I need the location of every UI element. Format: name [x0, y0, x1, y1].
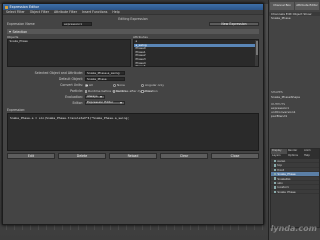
selection-lists: Objects Snake_Phase Attributes a a_swing P… [7, 35, 259, 67]
layer-row-label: persp [277, 159, 286, 163]
close-button[interactable]: Close [211, 153, 259, 159]
clear-button[interactable]: Clear [160, 153, 208, 159]
layer-row-label: locator1 [277, 185, 289, 190]
menu-help[interactable]: Help [112, 10, 119, 14]
window-title: Expression Editor [9, 5, 40, 9]
menu-attribute-filter[interactable]: Attribute Filter [54, 10, 77, 14]
attributes-items: aa_swingPhase0Phase1Phase2Phase3Phase4Ph… [134, 40, 258, 66]
option-label: Angular only [145, 83, 164, 87]
convert-units-all-option[interactable]: All [85, 83, 113, 87]
option-label: All [89, 83, 93, 87]
expression-text: Snake_Phase.a = sin(Snake_Phase.translat… [10, 115, 130, 120]
checkbox-runtime-after[interactable] [113, 89, 115, 93]
attributes-scrollbar[interactable] [255, 40, 258, 66]
menu-options[interactable]: Options [287, 154, 303, 159]
default-object-label: Default Object: [58, 77, 83, 81]
objects-column: Objects Snake_Phase [7, 35, 131, 67]
evaluation-value: Always [87, 94, 98, 99]
objects-list[interactable]: Snake_Phase [7, 39, 131, 67]
selected-object-label: Selected Object and Attribute: [34, 71, 83, 75]
particle-label: Particle: [70, 89, 83, 93]
chevron-down-icon [119, 102, 122, 104]
editor-dropdown[interactable]: Expression Editor [85, 100, 125, 106]
menu-object[interactable]: Object [293, 12, 303, 16]
editor-label: Editor: [72, 101, 83, 105]
expression-name-label: Expression Name [7, 22, 35, 26]
delete-button[interactable]: Delete [58, 153, 106, 159]
chevron-down-icon [99, 96, 102, 98]
reload-button[interactable]: Reload [109, 153, 157, 159]
objects-items: Snake_Phase [8, 40, 130, 44]
layer-row-label: skin [277, 180, 284, 185]
convert-units-none-option[interactable]: None [113, 83, 141, 87]
menu-show[interactable]: Show [303, 12, 311, 16]
menu-select-filter[interactable]: Select Filter [6, 10, 25, 14]
layer-row-label: Snake_Phase [277, 172, 296, 177]
channel-box-object-name: Snake_Phase [271, 16, 291, 21]
default-object-field[interactable]: Snake_Phase [85, 76, 125, 82]
menu-help[interactable]: Help [303, 154, 319, 159]
layer-editor: Display Render Anim Layers Options Help … [270, 148, 320, 228]
edit-button[interactable]: Edit [7, 153, 55, 159]
convert-units-label: Convert Units: [60, 83, 83, 87]
scrollbar-thumb[interactable] [255, 41, 258, 55]
selected-object-field[interactable]: Snake_Phase.a_swing [85, 70, 125, 76]
option-label: None [117, 83, 125, 87]
tab-channel-box[interactable]: Channel Box [270, 2, 294, 10]
details-block: Selected Object and Attribute: Snake_Pha… [7, 70, 259, 106]
layer-row-label: front [277, 167, 285, 172]
menu-object-filter[interactable]: Object Filter [30, 10, 49, 14]
selection-section-header[interactable]: Selection [7, 29, 259, 34]
attributes-list[interactable]: aa_swingPhase0Phase1Phase2Phase3Phase4Ph… [133, 39, 259, 67]
evaluation-dropdown[interactable]: Always [85, 94, 105, 100]
layer-row-label: top [277, 163, 282, 168]
radio-all[interactable] [85, 83, 88, 87]
menu-insert-functions[interactable]: Insert Functions [82, 10, 107, 14]
expression-editor-window: Expression Editor Select Filter Object F… [2, 3, 264, 225]
radio-none[interactable] [113, 83, 116, 87]
editor-row: Editor: Expression Editor [7, 100, 259, 106]
tab-attribute-editor[interactable]: Attribute Editor [295, 2, 319, 10]
new-expression-button[interactable]: New Expression [209, 21, 259, 27]
particle-after-option[interactable]: Runtime after dynamics [113, 89, 152, 93]
radio-angular[interactable] [141, 83, 144, 87]
layer-row-label: SnakeRig [277, 176, 291, 181]
layer-list: persp top front Snake_Phase SnakeRig skin loca… [271, 159, 319, 195]
evaluation-label: Evaluation: [65, 95, 83, 99]
expression-name-input[interactable]: expression1 [62, 21, 92, 27]
attributes-column: Attributes a a_swing Phase0 Phase1 Phase2 Pha… [133, 35, 259, 67]
channel-box-tabs: Channel Box Attribute Editor [269, 0, 320, 10]
option-label: Creation [145, 89, 158, 93]
convert-units-angular-option[interactable]: Angular only [141, 83, 164, 87]
editor-value: Expression Editor [87, 100, 114, 105]
expression-text-area[interactable]: Snake_Phase.a = sin(Snake_Phase.translat… [7, 113, 259, 151]
button-bar: Edit Delete Reload Clear Close [7, 153, 259, 159]
checkbox-creation[interactable] [141, 89, 144, 93]
shape-node[interactable]: Snake_PhaseShape [269, 95, 320, 99]
checkbox-runtime-before[interactable] [85, 89, 87, 93]
particle-creation-option[interactable]: Creation [141, 89, 158, 93]
expression-name-row: Expression Name expression1 New Expressi… [7, 21, 259, 27]
watermark: lynda.com [270, 224, 317, 233]
maya-app-icon [5, 5, 8, 9]
layer-row-label: Snake_Phase [277, 189, 296, 194]
attribute-list-item[interactable]: Phase5 [134, 65, 258, 66]
particle-before-option[interactable]: Runtime before dynamics [85, 89, 126, 93]
expression-label: Expression: [7, 108, 26, 112]
object-list-item[interactable]: Snake_Phase [8, 40, 130, 44]
selection-section-title: Selection [12, 29, 28, 34]
layer-row[interactable]: Snake_Phase [271, 189, 319, 195]
collapse-triangle-icon [9, 30, 11, 33]
editor-content: Editing Expression Expression Name expre… [3, 15, 263, 161]
channel-box-panel: Channel Box Attribute Editor Channels Ed… [268, 0, 320, 240]
output-node[interactable]: pairBlend1 [269, 114, 320, 118]
